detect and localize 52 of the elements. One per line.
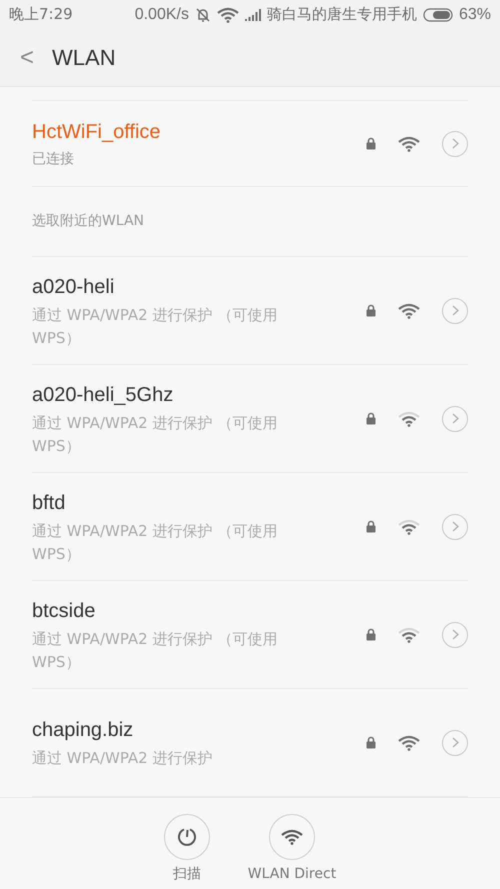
network-name: bftd — [32, 490, 66, 516]
battery-icon — [422, 8, 453, 22]
lock-icon — [366, 304, 376, 318]
wifi-icon — [216, 6, 239, 23]
bell-muted-icon — [194, 6, 211, 23]
security-info: 通过 WPA/WPA2 进行保护 （可使用 WPS） — [32, 412, 278, 457]
lock-icon — [366, 520, 376, 534]
status-time: 晚上7:29 — [9, 4, 73, 26]
connection-status: 已连接 — [32, 150, 75, 170]
network-name: a020-heli_5Ghz — [32, 382, 174, 408]
wifi-icon — [398, 136, 420, 152]
wifi-icon — [280, 829, 303, 846]
details-button[interactable] — [442, 130, 468, 157]
details-button[interactable] — [442, 406, 468, 432]
details-button[interactable] — [442, 730, 468, 756]
wifi-list-item[interactable]: btcside 通过 WPA/WPA2 进行保护 （可使用 WPS） — [32, 581, 468, 690]
section-title: 选取附近的WLAN — [32, 212, 144, 232]
wifi-icon — [398, 410, 420, 427]
chevron-right-icon — [452, 305, 458, 316]
action-button[interactable]: WLAN Direct — [248, 814, 336, 889]
lock-icon — [366, 137, 376, 150]
chevron-right-icon — [452, 737, 458, 748]
security-info: 通过 WPA/WPA2 进行保护 （可使用 WPS） — [32, 520, 278, 565]
chevron-right-icon — [452, 629, 458, 640]
details-button[interactable] — [442, 514, 468, 540]
details-button[interactable] — [442, 622, 468, 648]
chevron-right-icon — [452, 521, 458, 532]
page-title: WLAN — [52, 44, 116, 72]
carrier-name: 骑白马的唐生专用手机 — [266, 4, 417, 26]
security-info: 通过 WPA/WPA2 进行保护 — [32, 748, 214, 770]
lock-icon — [366, 736, 376, 750]
wifi-icon — [398, 302, 420, 319]
network-speed: 0.00K/s — [134, 4, 189, 25]
chevron-right-icon — [452, 413, 458, 424]
network-name: HctWiFi_office — [32, 120, 161, 146]
lock-icon — [366, 628, 376, 642]
security-info: 通过 WPA/WPA2 进行保护 （可使用 WPS） — [32, 304, 278, 349]
details-button[interactable] — [442, 298, 468, 324]
network-name: a020-heli — [32, 274, 116, 300]
security-info: 通过 WPA/WPA2 进行保护 （可使用 WPS） — [32, 628, 278, 673]
wifi-list-item[interactable]: a020-heli_5Ghz 通过 WPA/WPA2 进行保护 （可使用 WPS） — [32, 365, 468, 474]
wifi-icon — [398, 626, 420, 643]
battery-percent: 63% — [458, 4, 491, 25]
lock-icon — [366, 412, 376, 426]
network-name: btcside — [32, 598, 96, 624]
wifi-list-item[interactable]: bftd 通过 WPA/WPA2 进行保护 （可使用 WPS） — [32, 473, 468, 582]
wifi-icon — [398, 734, 420, 751]
network-name: chaping.biz — [32, 718, 134, 744]
cellular-signal-icon — [244, 8, 261, 21]
wifi-list-item[interactable]: a020-heli 通过 WPA/WPA2 进行保护 （可使用 WPS） — [32, 257, 468, 366]
chevron-right-icon — [452, 138, 458, 150]
wifi-icon — [398, 518, 420, 535]
